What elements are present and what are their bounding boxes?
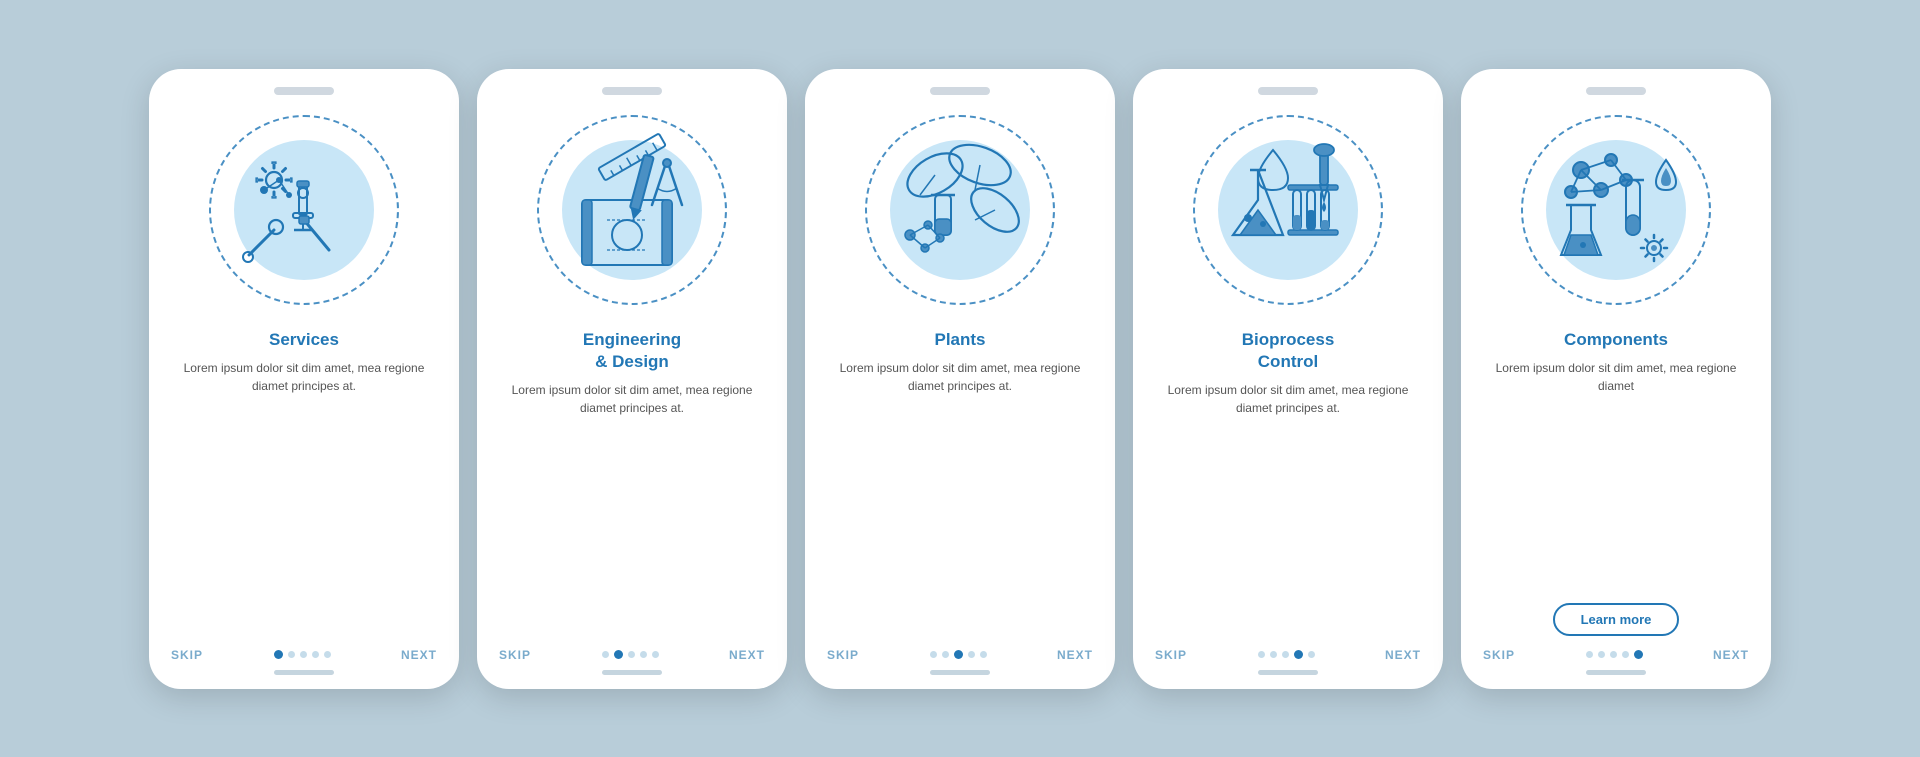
illustration-engineering [522,105,742,315]
dot-e-3 [640,651,647,658]
dot-b-0 [1258,651,1265,658]
card-title-components: Components [1564,329,1668,351]
dot-p-0 [930,651,937,658]
next-button-plants[interactable]: NEXT [1057,648,1093,662]
dot-c-0 [1586,651,1593,658]
dot-p-2 [954,650,963,659]
skip-button-components[interactable]: SKIP [1483,648,1515,662]
phone-notch-2 [602,87,662,95]
skip-button-engineering[interactable]: SKIP [499,648,531,662]
dot-b-3 [1294,650,1303,659]
card-engineering: Engineering& Design Lorem ipsum dolor si… [477,69,787,689]
bottom-bar-2 [602,670,662,675]
card-desc-bioprocess: Lorem ipsum dolor sit dim amet, mea regi… [1155,381,1421,510]
dot-c-3 [1622,651,1629,658]
card-bioprocess: BioprocessControl Lorem ipsum dolor sit … [1133,69,1443,689]
bottom-bar-3 [930,670,990,675]
next-button-engineering[interactable]: NEXT [729,648,765,662]
card-plants: Plants Lorem ipsum dolor sit dim amet, m… [805,69,1115,689]
card-services: Services Lorem ipsum dolor sit dim amet,… [149,69,459,689]
dots-services [274,650,331,659]
phone-notch [274,87,334,95]
card-components: Components Lorem ipsum dolor sit dim ame… [1461,69,1771,689]
bottom-bar [274,670,334,675]
dot-p-3 [968,651,975,658]
dot-b-2 [1282,651,1289,658]
next-button-components[interactable]: NEXT [1713,648,1749,662]
illustration-plants [850,105,1070,315]
dot-c-2 [1610,651,1617,658]
cards-container: Services Lorem ipsum dolor sit dim amet,… [149,69,1771,689]
dot-p-1 [942,651,949,658]
engineering-icon [552,130,712,290]
phone-notch-3 [930,87,990,95]
illustration-services [194,105,414,315]
card-desc-engineering: Lorem ipsum dolor sit dim amet, mea regi… [499,381,765,510]
nav-row-services: SKIP NEXT [149,648,459,662]
dot-1 [288,651,295,658]
phone-notch-5 [1586,87,1646,95]
dot-3 [312,651,319,658]
dot-c-4 [1634,650,1643,659]
bioprocess-icon [1208,130,1368,290]
skip-button-plants[interactable]: SKIP [827,648,859,662]
next-button-bioprocess[interactable]: NEXT [1385,648,1421,662]
next-button-services[interactable]: NEXT [401,648,437,662]
nav-row-bioprocess: SKIP NEXT [1133,648,1443,662]
dot-e-1 [614,650,623,659]
illustration-components [1506,105,1726,315]
card-desc-services: Lorem ipsum dolor sit dim amet, mea regi… [171,359,437,499]
nav-row-plants: SKIP NEXT [805,648,1115,662]
card-title-bioprocess: BioprocessControl [1242,329,1335,373]
dots-plants [930,650,987,659]
dot-b-4 [1308,651,1315,658]
nav-row-engineering: SKIP NEXT [477,648,787,662]
dots-engineering [602,650,659,659]
card-title-services: Services [269,329,339,351]
components-icon [1536,130,1696,290]
dot-c-1 [1598,651,1605,658]
dot-e-4 [652,651,659,658]
card-title-plants: Plants [934,329,985,351]
skip-button-services[interactable]: SKIP [171,648,203,662]
plants-icon [880,130,1040,290]
dot-0 [274,650,283,659]
dot-p-4 [980,651,987,658]
learn-more-button[interactable]: Learn more [1553,603,1680,636]
services-icon [224,130,384,290]
dot-e-0 [602,651,609,658]
bottom-bar-5 [1586,670,1646,675]
illustration-bioprocess [1178,105,1398,315]
card-desc-components: Lorem ipsum dolor sit dim amet, mea regi… [1483,359,1749,595]
card-title-engineering: Engineering& Design [583,329,681,373]
dot-e-2 [628,651,635,658]
phone-notch-4 [1258,87,1318,95]
skip-button-bioprocess[interactable]: SKIP [1155,648,1187,662]
dots-bioprocess [1258,650,1315,659]
bottom-bar-4 [1258,670,1318,675]
card-desc-plants: Lorem ipsum dolor sit dim amet, mea regi… [827,359,1093,499]
dot-4 [324,651,331,658]
dot-2 [300,651,307,658]
nav-row-components: SKIP NEXT [1461,648,1771,662]
dot-b-1 [1270,651,1277,658]
dots-components [1586,650,1643,659]
